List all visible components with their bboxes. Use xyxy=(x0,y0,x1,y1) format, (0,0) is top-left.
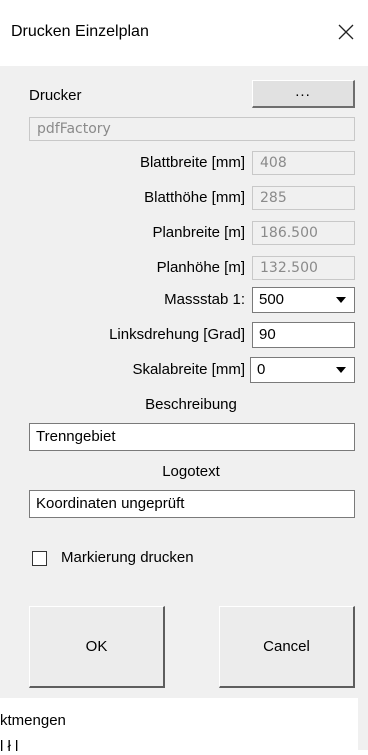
logotext-input[interactable]: Koordinaten ungeprüft xyxy=(29,490,355,518)
beschreibung-input[interactable]: Trenngebiet xyxy=(29,423,355,451)
cancel-button[interactable]: Cancel xyxy=(219,606,355,688)
massstab-label: Massstab 1: xyxy=(164,291,245,308)
blattbreite-field: 408 xyxy=(252,151,355,175)
background-list-item: ktmengen xyxy=(0,712,66,729)
beschreibung-label: Beschreibung xyxy=(145,396,237,413)
blattbreite-label: Blattbreite [mm] xyxy=(139,154,245,171)
dropdown-arrow-icon[interactable] xyxy=(330,360,352,380)
skalabreite-value: 0 xyxy=(257,361,266,378)
markierung-label[interactable]: Markierung drucken xyxy=(61,549,194,566)
dialog-title: Drucken Einzelplan xyxy=(11,23,149,40)
cancel-button-label: Cancel xyxy=(263,638,310,655)
title-bar: Drucken Einzelplan xyxy=(0,0,368,66)
planbreite-label: Planbreite [m] xyxy=(152,224,245,241)
printer-select-button[interactable]: ... xyxy=(252,80,355,108)
ok-button-label: OK xyxy=(85,638,108,655)
blatthoehe-field: 285 xyxy=(252,186,355,210)
background-window-edge xyxy=(358,698,368,750)
planhoehe-field: 132.500 xyxy=(252,256,355,280)
planhoehe-label: Planhöhe [m] xyxy=(156,259,245,276)
logotext-label: Logotext xyxy=(162,463,220,480)
markierung-checkbox[interactable] xyxy=(32,551,47,566)
blatthoehe-label: Blatthöhe [mm] xyxy=(144,189,245,206)
printer-label: Drucker xyxy=(29,87,82,104)
skalabreite-label: Skalabreite [mm] xyxy=(132,361,245,378)
background-window: ktmengen l ł l xyxy=(0,698,368,755)
linksdrehung-input[interactable]: 90 xyxy=(252,322,355,348)
massstab-dropdown[interactable]: 500 xyxy=(252,287,355,313)
printer-field: pdfFactory xyxy=(29,117,355,141)
linksdrehung-label: Linksdrehung [Grad] xyxy=(109,326,245,343)
planbreite-field: 186.500 xyxy=(252,221,355,245)
background-list-item: l ł l xyxy=(0,738,19,755)
dropdown-arrow-icon[interactable] xyxy=(330,290,352,310)
massstab-value: 500 xyxy=(259,291,285,308)
ok-button[interactable]: OK xyxy=(29,606,165,688)
skalabreite-dropdown[interactable]: 0 xyxy=(250,357,355,383)
close-icon[interactable] xyxy=(336,22,356,42)
